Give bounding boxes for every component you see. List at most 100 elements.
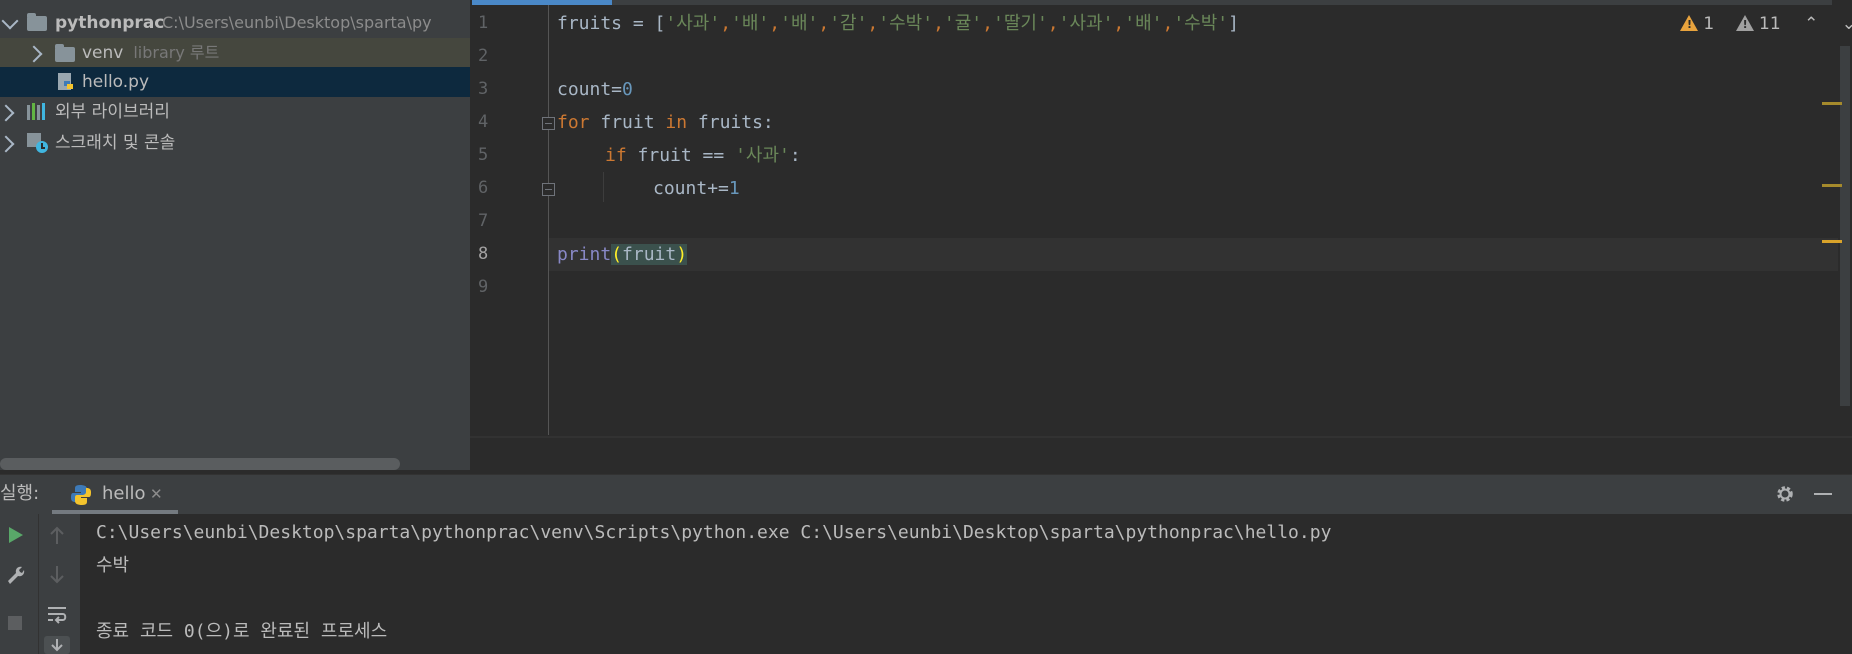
line-number[interactable]: 9 <box>478 271 518 304</box>
comma: , <box>769 13 781 34</box>
comma: , <box>982 13 993 34</box>
console-line: 종료 코드 0(으)로 완료된 프로세스 <box>96 621 388 642</box>
string-literal: '수박' <box>878 13 934 34</box>
editor-divider <box>470 436 1852 438</box>
chevron-right-icon[interactable] <box>0 104 15 122</box>
fold-marker-icon[interactable] <box>542 117 555 130</box>
gear-icon[interactable] <box>1775 484 1795 504</box>
code-token: : <box>789 145 801 166</box>
warning-count: 11 <box>1759 14 1781 34</box>
folder-icon <box>27 13 47 31</box>
console-line: C:\Users\eunbi\Desktop\sparta\pythonprac… <box>96 522 1332 543</box>
next-highlight-button[interactable]: ⌄ <box>1842 14 1852 34</box>
arrow-up-icon[interactable] <box>46 525 68 547</box>
tree-item-venv[interactable]: venv library 루트 <box>0 38 470 68</box>
python-icon <box>71 485 91 505</box>
editor-tab-indicator <box>472 0 612 5</box>
code-token: if <box>605 145 627 166</box>
scratches-icon <box>27 133 48 153</box>
current-line-highlight <box>548 238 1838 271</box>
venv-name: venv <box>82 43 124 63</box>
line-number[interactable]: 5 <box>478 139 518 172</box>
code-token: '사과' <box>735 145 790 166</box>
line-number[interactable]: 6 <box>478 172 518 205</box>
python-file-icon <box>58 73 73 90</box>
code-token: ) <box>676 244 688 265</box>
code-token: fruit == <box>626 145 736 166</box>
soft-wrap-icon[interactable] <box>46 603 68 625</box>
chevron-right-icon[interactable] <box>0 135 15 153</box>
stop-icon[interactable] <box>4 612 26 634</box>
line-number[interactable]: 3 <box>478 73 518 106</box>
code-token: += <box>707 178 729 199</box>
comma: , <box>1113 13 1125 34</box>
string-literal: '사과' <box>665 13 721 34</box>
line-number[interactable]: 1 <box>478 7 518 40</box>
run-tool-header <box>0 474 1852 515</box>
console-line: 수박 <box>96 555 130 576</box>
code-token: fruit <box>589 112 666 133</box>
library-icon <box>27 103 45 120</box>
chevron-right-icon[interactable] <box>25 45 43 63</box>
arrow-down-icon[interactable] <box>46 563 68 585</box>
inspection-widget[interactable]: ! 1 ! 11 ⌃ ⌄ <box>1680 14 1852 34</box>
editor-vertical-scrollbar[interactable] <box>1840 46 1850 406</box>
code-line-6[interactable]: count+=1 <box>653 172 740 205</box>
code-token: in <box>665 112 688 133</box>
comma: , <box>867 13 879 34</box>
tree-item-hello-py[interactable]: hello.py <box>0 67 470 97</box>
indent-guide <box>603 172 604 202</box>
tree-item-pythonprac[interactable]: pythonprac C:\Users\eunbi\Desktop\sparta… <box>0 8 470 38</box>
scroll-to-end-icon[interactable] <box>44 636 70 654</box>
code-token: ] <box>1228 13 1239 34</box>
run-tab-label: hello <box>102 483 146 504</box>
comma: , <box>1047 13 1059 34</box>
wrench-icon[interactable] <box>4 563 26 585</box>
project-name: pythonprac <box>55 13 165 33</box>
list-literal: '사과','배','배','감','수박','귤','딸기','사과','배',… <box>665 13 1228 34</box>
string-literal: '딸기' <box>992 13 1048 34</box>
warning-stripe-mark[interactable] <box>1822 184 1842 187</box>
code-token: print <box>557 244 612 265</box>
fold-marker-icon[interactable] <box>542 183 555 196</box>
error-icon: ! <box>1680 15 1698 31</box>
warning-icon: ! <box>1735 15 1754 31</box>
run-label: 실행: <box>0 483 40 504</box>
venv-label: venv library 루트 <box>82 38 219 68</box>
code-token: count= <box>557 79 623 100</box>
line-number[interactable]: 4 <box>478 106 518 139</box>
tree-item-external-libraries[interactable]: 외부 라이브러리 <box>0 97 470 127</box>
code-token: fruits <box>557 13 623 34</box>
code-line-8[interactable]: print(fruit) <box>557 238 688 271</box>
code-token: count <box>653 178 708 199</box>
venv-hint: library 루트 <box>133 43 220 62</box>
rerun-icon[interactable] <box>4 524 26 546</box>
tree-item-scratches[interactable]: 스크래치 및 콘솔 <box>0 128 470 158</box>
warning-stripe-mark[interactable] <box>1822 102 1842 105</box>
scratches-label: 스크래치 및 콘솔 <box>55 133 176 153</box>
comma: , <box>1162 13 1174 34</box>
warning-stripe-mark[interactable] <box>1822 240 1842 243</box>
code-editor[interactable] <box>470 0 1852 438</box>
line-number[interactable]: 2 <box>478 40 518 73</box>
previous-highlight-button[interactable]: ⌃ <box>1804 14 1818 34</box>
comma: , <box>818 13 830 34</box>
string-literal: '감' <box>829 13 868 34</box>
line-number[interactable]: 8 <box>478 238 518 271</box>
horizontal-scrollbar[interactable] <box>0 458 400 470</box>
string-literal: '배' <box>780 13 819 34</box>
code-line-3[interactable]: count=0 <box>557 73 633 106</box>
line-number[interactable]: 7 <box>478 205 518 238</box>
close-icon[interactable]: ✕ <box>150 474 163 514</box>
code-line-4[interactable]: for fruit in fruits: <box>557 106 774 139</box>
string-literal: '귤' <box>943 13 983 34</box>
editor-tab-bar <box>612 0 1832 5</box>
project-panel: pythonprac C:\Users\eunbi\Desktop\sparta… <box>0 0 470 470</box>
chevron-down-icon[interactable] <box>1 12 19 30</box>
code-token: = [ <box>622 13 666 34</box>
code-token: for <box>557 112 590 133</box>
gutter-divider <box>548 5 549 435</box>
code-line-5[interactable]: if fruit == '사과': <box>605 139 801 172</box>
code-line-1[interactable]: fruits = ['사과','배','배','감','수박','귤','딸기'… <box>557 7 1239 40</box>
minimize-icon[interactable] <box>1814 493 1832 495</box>
